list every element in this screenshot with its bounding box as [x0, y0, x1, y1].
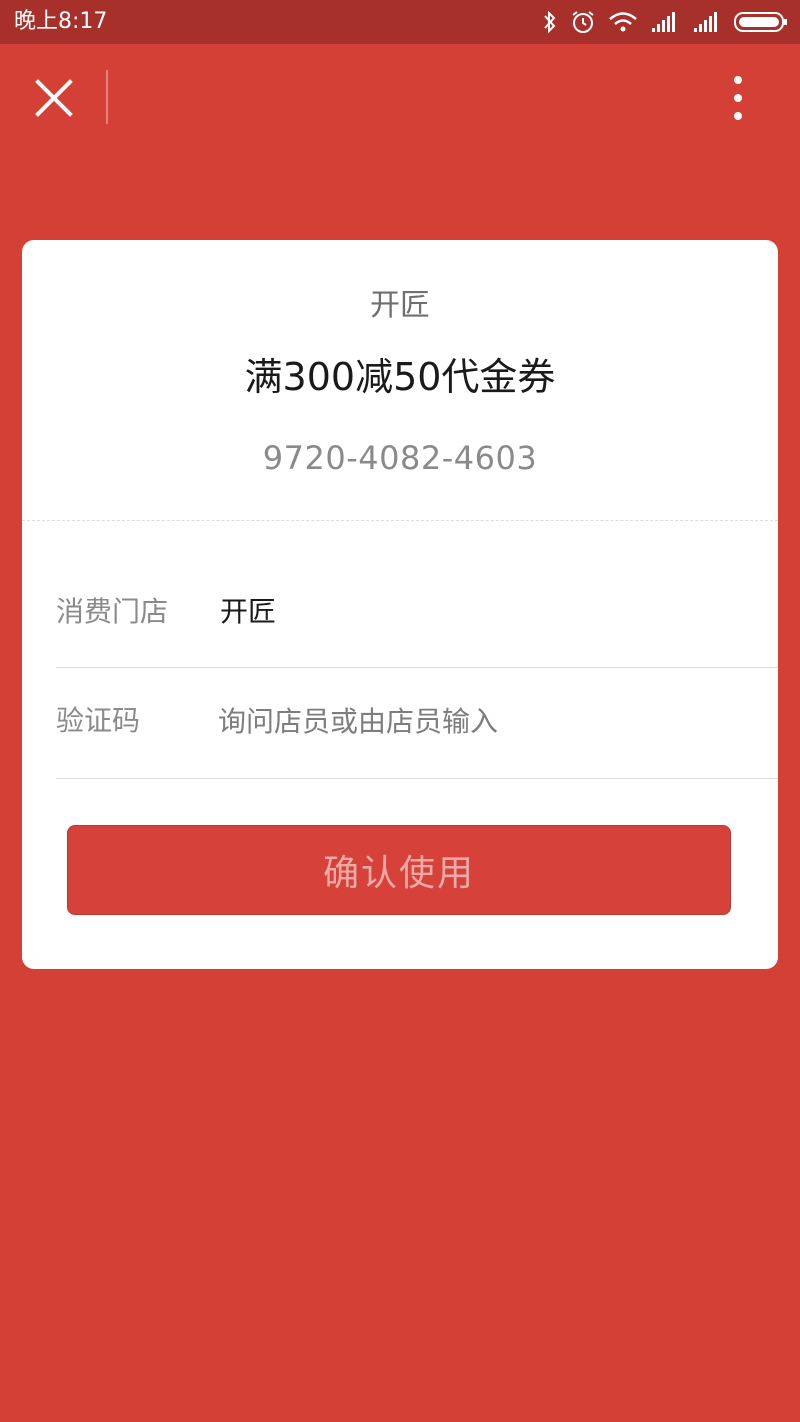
row-divider [56, 667, 778, 668]
bluetooth-icon [542, 10, 558, 34]
more-vertical-icon [734, 76, 742, 120]
status-icons [530, 8, 788, 36]
nav-bar [0, 44, 800, 154]
confirm-use-label: 确认使用 [322, 853, 475, 894]
signal-icon [692, 11, 722, 33]
store-label: 消费门店 [56, 595, 169, 628]
status-bar: 晚上8:17 [0, 0, 800, 44]
close-icon [35, 79, 73, 117]
store-value: 开匠 [220, 595, 277, 628]
alarm-icon [570, 9, 596, 35]
merchant-name: 开匠 [370, 288, 430, 323]
dashed-divider [22, 520, 778, 521]
coupon-title: 满300减50代金券 [244, 355, 556, 399]
verify-code-label: 验证码 [56, 704, 141, 737]
battery-icon [734, 10, 788, 34]
verify-code-input[interactable] [218, 699, 758, 743]
nav-divider [106, 70, 108, 124]
coupon-code: 9720-4082-4603 [262, 439, 538, 477]
signal-icon [650, 11, 680, 33]
row-divider [56, 778, 778, 779]
confirm-use-button[interactable]: 确认使用 [67, 825, 731, 915]
wifi-icon [608, 11, 638, 33]
close-button[interactable] [24, 68, 84, 128]
status-time: 晚上8:17 [14, 9, 108, 34]
coupon-card: 开匠 满300减50代金券 9720-4082-4603 消费门店 开匠 验证码… [22, 240, 778, 969]
more-button[interactable] [710, 68, 766, 128]
